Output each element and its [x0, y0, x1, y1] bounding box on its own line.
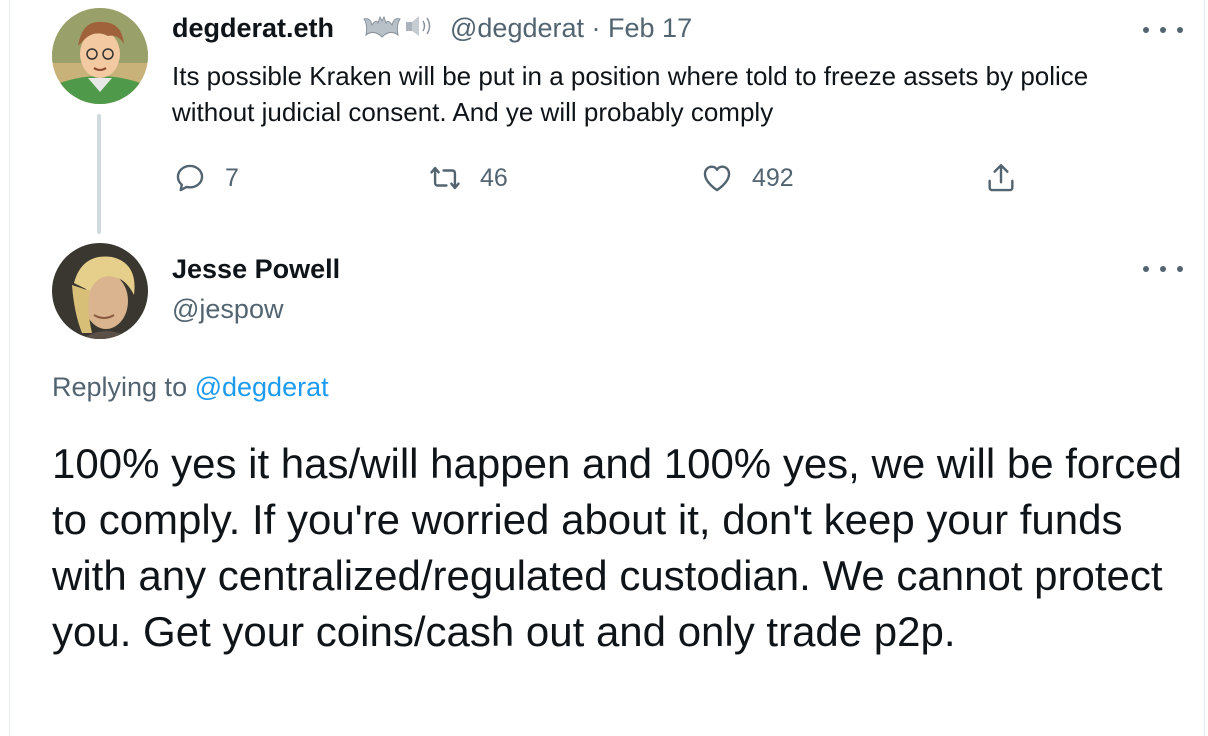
reply-button[interactable]: 7 — [173, 160, 239, 196]
tweet1-display-name[interactable]: degderat.eth — [172, 13, 334, 44]
tweet2-more-icon[interactable] — [1143, 259, 1183, 279]
replying-handle-link[interactable]: @degderat — [195, 372, 329, 402]
speaker-icon — [404, 13, 436, 46]
thread-connector — [97, 114, 101, 234]
tweet2-handle[interactable]: @jespow — [172, 294, 283, 325]
reply-icon — [176, 164, 204, 192]
replying-to: Replying to @degderat — [52, 372, 329, 403]
heart-icon — [703, 165, 731, 192]
share-button[interactable] — [984, 160, 1018, 196]
degderat-avatar[interactable] — [52, 8, 148, 104]
meta-separator: · — [591, 13, 601, 43]
bat-icon — [362, 13, 402, 46]
tweet2-text: 100% yes it has/will happen and 100% yes… — [52, 440, 1182, 655]
like-button[interactable]: 492 — [700, 160, 794, 196]
tweet2-display-name[interactable]: Jesse Powell — [172, 254, 340, 285]
reply-count: 7 — [225, 163, 239, 192]
retweet-button[interactable]: 46 — [428, 160, 508, 196]
retweet-count: 46 — [480, 163, 508, 192]
share-icon — [988, 164, 1014, 192]
tweet1-handle[interactable]: @degderat — [450, 13, 584, 43]
tweet1-date[interactable]: Feb 17 — [608, 13, 692, 43]
tweet1-more-icon[interactable] — [1143, 20, 1183, 40]
tweet1-text: Its possible Kraken will be put in a pos… — [172, 61, 1089, 127]
tweet-thread: degderat.eth @degderat · Feb 17 Its poss… — [9, 0, 1205, 736]
tweet1-badges — [362, 13, 436, 45]
replying-prefix: Replying to — [52, 372, 195, 402]
like-count: 492 — [752, 163, 794, 192]
tweet1-meta: @degderat · Feb 17 — [450, 13, 692, 44]
retweet-icon — [430, 166, 460, 190]
jespow-avatar[interactable] — [52, 243, 148, 339]
